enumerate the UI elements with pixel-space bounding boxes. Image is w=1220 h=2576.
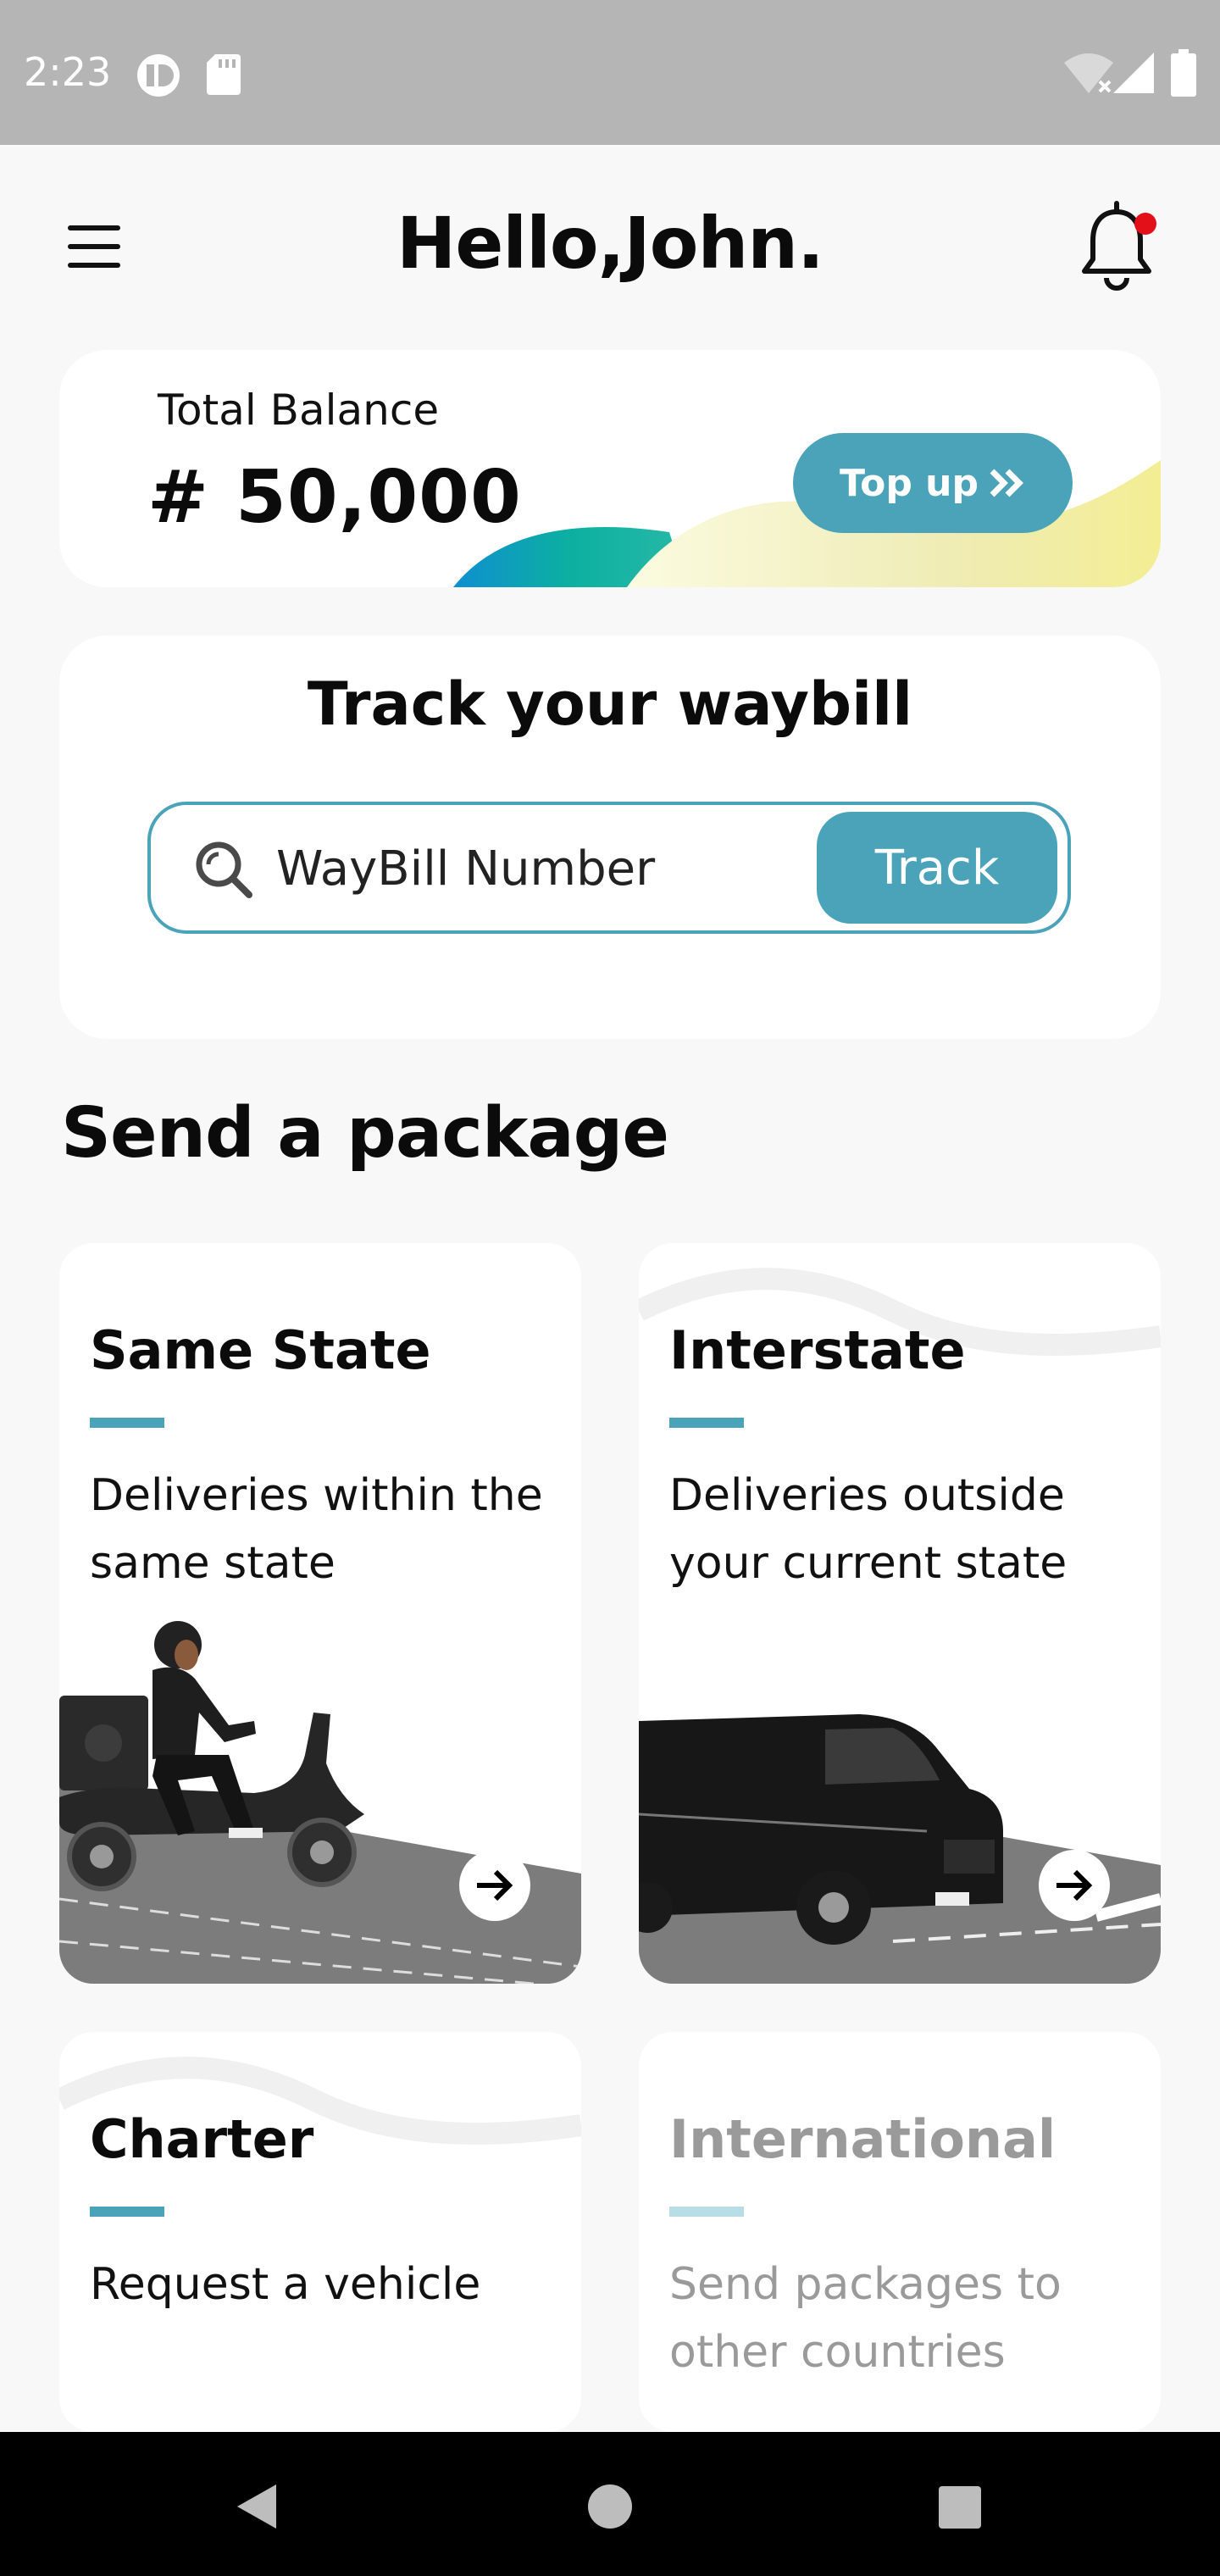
status-bar: 2:23 [0, 0, 1220, 145]
notification-dot [1134, 213, 1156, 235]
international-card: International Send packages to other cou… [639, 2032, 1161, 2432]
title-underline [669, 1418, 744, 1428]
track-search-box: Track [147, 802, 1071, 934]
card-description: Deliveries outside your current state [669, 1470, 1068, 1589]
waybill-number-input[interactable] [276, 830, 785, 907]
app-notification-icon [137, 54, 180, 97]
section-title: Send a package [61, 1093, 669, 1174]
system-nav-bar [0, 2432, 1220, 2576]
scooter-rider-image [59, 1621, 581, 1984]
track-waybill-card: Track your waybill Track [59, 636, 1161, 1039]
balance-value: # 50,000 [147, 455, 522, 540]
same-state-card[interactable]: Same State Deliveries within the same st… [59, 1243, 581, 1984]
title-underline [669, 2207, 744, 2217]
track-button[interactable]: Track [817, 812, 1057, 924]
card-title: Charter [90, 2108, 314, 2170]
title-underline [90, 2207, 164, 2217]
card-description: Send packages to other countries [669, 2259, 1062, 2378]
charter-card[interactable]: Charter Request a vehicle [59, 2032, 581, 2432]
status-time: 2:23 [24, 49, 112, 95]
van-image [639, 1714, 1161, 1984]
balance-label: Total Balance [158, 386, 440, 435]
sd-card-icon [207, 54, 241, 95]
page-title: Hello,John. [396, 202, 824, 285]
arrow-right-icon[interactable] [1039, 1850, 1110, 1921]
card-title: Same State [90, 1319, 431, 1381]
top-up-button[interactable]: Top up [793, 433, 1073, 533]
track-title: Track your waybill [307, 669, 913, 739]
recents-square-icon[interactable] [937, 2484, 983, 2530]
balance-card: Total Balance # 50,000 Top up [59, 350, 1161, 587]
top-up-label: Top up [839, 461, 979, 505]
battery-icon [1171, 49, 1196, 97]
search-icon [196, 841, 252, 898]
card-description: Request a vehicle [90, 2259, 481, 2310]
card-title: Interstate [669, 1319, 966, 1381]
double-chevron-right-icon [990, 469, 1023, 497]
home-circle-icon[interactable] [586, 2483, 634, 2530]
interstate-card[interactable]: Interstate Deliveries outside your curre… [639, 1243, 1161, 1984]
signal-icon [1113, 53, 1154, 93]
title-underline [90, 1418, 164, 1428]
wifi-off-icon [1064, 53, 1113, 93]
back-triangle-icon[interactable] [234, 2481, 280, 2532]
card-description: Deliveries within the same state [90, 1470, 543, 1589]
bell-icon[interactable] [1074, 200, 1159, 293]
arrow-right-icon[interactable] [459, 1850, 530, 1921]
card-title: International [669, 2108, 1056, 2170]
